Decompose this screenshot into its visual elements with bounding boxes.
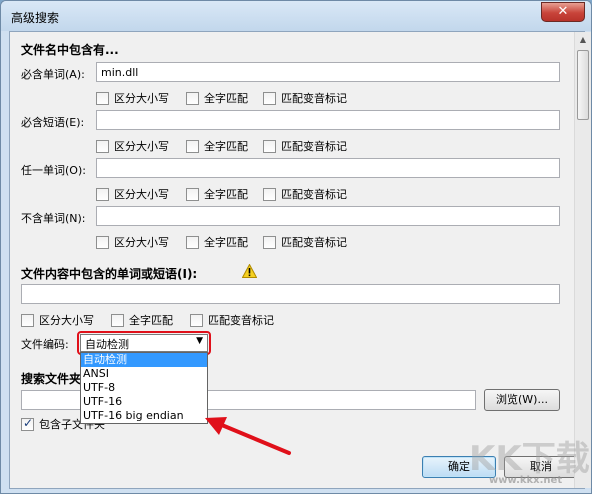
encoding-option-utf8[interactable]: UTF-8 xyxy=(81,381,207,395)
browse-button[interactable]: 浏览(W)... xyxy=(484,389,560,411)
window-title: 高级搜索 xyxy=(11,11,60,25)
whole-word-checkbox-4[interactable]: 全字匹配 xyxy=(186,234,248,250)
content-input[interactable] xyxy=(21,284,560,304)
encoding-option-utf16be[interactable]: UTF-16 big endian xyxy=(81,409,207,423)
encoding-option-utf16[interactable]: UTF-16 xyxy=(81,395,207,409)
diacritics-checkbox-3[interactable]: 匹配变音标记 xyxy=(263,186,347,202)
whole-word-checkbox-2[interactable]: 全字匹配 xyxy=(186,138,248,154)
whole-word-checkbox-1[interactable]: 全字匹配 xyxy=(186,90,248,106)
case-checkbox-4[interactable]: 区分大小写 xyxy=(96,234,169,250)
exclude-word-input[interactable] xyxy=(96,206,560,226)
content-whole-word-checkbox[interactable]: 全字匹配 xyxy=(111,312,173,328)
must-phrase-label: 必含短语(E): xyxy=(21,116,85,129)
content-section-title: 文件内容中包含的单词或短语(I): xyxy=(21,267,198,281)
encoding-option-auto[interactable]: 自动检测 xyxy=(81,353,207,367)
content-case-checkbox[interactable]: 区分大小写 xyxy=(21,312,94,328)
diacritics-checkbox-2[interactable]: 匹配变音标记 xyxy=(263,138,347,154)
title-bar[interactable]: 高级搜索 ✕ xyxy=(1,1,591,31)
close-button[interactable]: ✕ xyxy=(541,2,585,22)
advanced-search-dialog: 高级搜索 ✕ 文件名中包含有... 必含单词(A): 区分大小写 全字匹配 匹配… xyxy=(0,0,592,494)
encoding-option-ansi[interactable]: ANSI xyxy=(81,367,207,381)
warning-icon xyxy=(242,264,257,278)
scroll-up-icon[interactable]: ▲ xyxy=(575,32,591,48)
vertical-scrollbar[interactable]: ▲ xyxy=(574,32,591,488)
diacritics-checkbox-1[interactable]: 匹配变音标记 xyxy=(263,90,347,106)
case-checkbox-2[interactable]: 区分大小写 xyxy=(96,138,169,154)
diacritics-checkbox-4[interactable]: 匹配变音标记 xyxy=(263,234,347,250)
watermark-url: www.kkx.net xyxy=(489,475,563,486)
whole-word-checkbox-3[interactable]: 全字匹配 xyxy=(186,186,248,202)
any-word-input[interactable] xyxy=(96,158,560,178)
encoding-dropdown-list: 自动检测 ANSI UTF-8 UTF-16 UTF-16 big endian xyxy=(80,352,208,424)
must-word-input[interactable] xyxy=(96,62,560,82)
watermark-logo: KK下载 xyxy=(469,439,590,479)
content-diacritics-checkbox[interactable]: 匹配变音标记 xyxy=(190,312,274,328)
must-phrase-input[interactable] xyxy=(96,110,560,130)
exclude-word-label: 不含单词(N): xyxy=(21,212,86,225)
any-word-label: 任一单词(O): xyxy=(21,164,86,177)
encoding-label: 文件编码: xyxy=(21,338,69,351)
case-checkbox-1[interactable]: 区分大小写 xyxy=(96,90,169,106)
filename-section-title: 文件名中包含有... xyxy=(21,43,119,57)
scroll-thumb[interactable] xyxy=(577,50,589,120)
folder-section-title: 搜索文件夹 xyxy=(21,372,82,386)
annotation-arrow-icon xyxy=(205,417,291,455)
case-checkbox-3[interactable]: 区分大小写 xyxy=(96,186,169,202)
must-word-label: 必含单词(A): xyxy=(21,68,85,81)
